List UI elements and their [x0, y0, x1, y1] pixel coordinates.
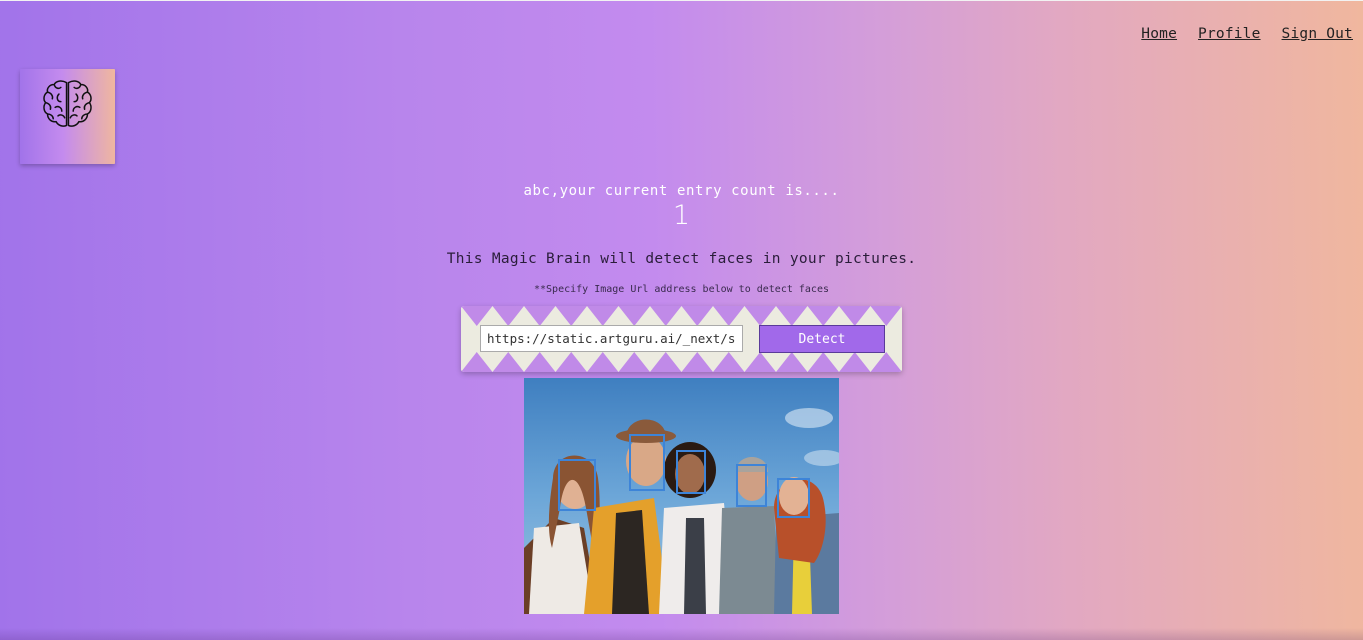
face-box-5	[777, 478, 810, 518]
entry-count: 1	[672, 200, 691, 231]
nav-signout-link[interactable]: Sign Out	[1282, 26, 1353, 42]
bottom-shadow	[0, 628, 1363, 640]
url-hint: **Specify Image Url address below to det…	[533, 284, 829, 295]
face-box-1	[558, 459, 596, 511]
greeting-text: abc,your current entry count is....	[523, 183, 840, 199]
face-box-3	[676, 450, 706, 494]
face-box-4	[736, 464, 767, 507]
detect-button[interactable]: Detect	[759, 325, 885, 353]
logo[interactable]	[20, 69, 115, 164]
top-nav: Home Profile Sign Out	[1141, 26, 1353, 42]
image-url-input[interactable]	[480, 325, 743, 352]
nav-home-link[interactable]: Home	[1141, 26, 1177, 42]
tagline: This Magic Brain will detect faces in yo…	[446, 251, 917, 267]
url-form-card: Detect	[461, 306, 902, 372]
brain-icon	[43, 80, 92, 127]
top-strip	[0, 0, 1363, 1]
nav-profile-link[interactable]: Profile	[1198, 26, 1261, 42]
face-box-2	[629, 434, 665, 491]
detected-photo	[524, 378, 839, 614]
